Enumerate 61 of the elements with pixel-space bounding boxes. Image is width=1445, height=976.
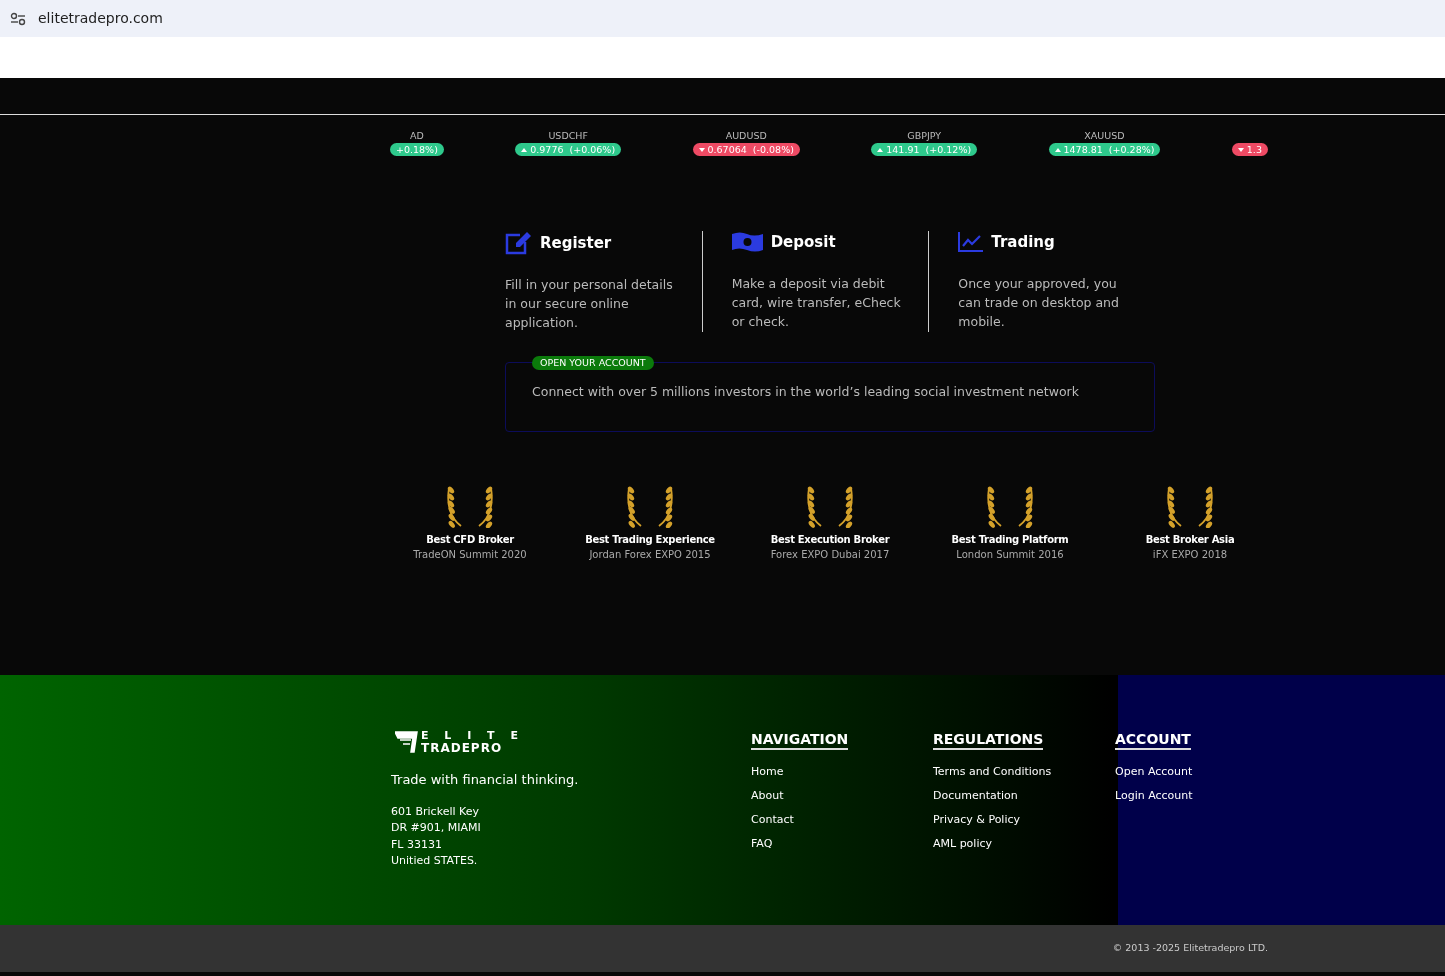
site-settings-icon[interactable] bbox=[10, 11, 26, 26]
address-line: Unitied STATES. bbox=[391, 853, 479, 869]
step-title: Trading bbox=[991, 232, 1055, 253]
award-title: Best Trading Platform bbox=[951, 533, 1069, 547]
footer-link[interactable]: FAQ bbox=[751, 837, 933, 851]
step-title: Register bbox=[540, 232, 612, 254]
caret-up-icon bbox=[521, 147, 528, 152]
award-event: London Summit 2016 bbox=[956, 548, 1064, 562]
footer-link[interactable]: Documentation bbox=[933, 789, 1115, 803]
step-title: Deposit bbox=[770, 232, 836, 253]
award-title: Best CFD Broker bbox=[426, 533, 514, 547]
step-description: Make a deposit via debit card, wire transfer, eCheck or check. bbox=[731, 274, 902, 331]
footer-heading: REGULATIONS bbox=[933, 731, 1044, 750]
ticker-symbol: AUDUSD bbox=[725, 129, 767, 141]
footer-link[interactable]: AML policy bbox=[933, 837, 1115, 851]
caret-up-icon bbox=[877, 147, 884, 152]
line-chart-icon bbox=[958, 232, 984, 253]
caret-up-icon bbox=[1054, 147, 1061, 152]
award-event: iFX EXPO 2018 bbox=[1152, 548, 1228, 562]
ticker-symbol: USDCHF bbox=[548, 129, 588, 141]
address-line: DR #901, MIAMI bbox=[391, 820, 482, 836]
footer-link[interactable]: Terms and Conditions bbox=[933, 765, 1115, 779]
quote-text: 141.91 (+0.12%) bbox=[886, 143, 972, 156]
award-event: Forex EXPO Dubai 2017 bbox=[770, 548, 890, 562]
quote-text: +0.18%) bbox=[396, 143, 438, 156]
ticker-symbol: GBPJPY bbox=[907, 129, 942, 141]
logo-text-bottom: TRADEPRO bbox=[421, 742, 504, 754]
caret-down-icon bbox=[1237, 147, 1244, 152]
quote-text: 0.67064 (-0.08%) bbox=[707, 143, 794, 156]
footer-heading: ACCOUNT bbox=[1115, 731, 1191, 750]
footer-link[interactable]: Home bbox=[751, 765, 933, 779]
tagline: Trade with financial thinking. bbox=[391, 771, 580, 789]
footer-link[interactable]: Open Account bbox=[1115, 765, 1297, 779]
address-bar-url[interactable]: elitetradepro.com bbox=[38, 8, 163, 29]
step-description: Once your approved, you can trade on desktop and mobile. bbox=[958, 274, 1120, 331]
quote-text: 1.3 bbox=[1246, 143, 1262, 156]
banknote-icon bbox=[731, 232, 763, 253]
footer-link[interactable]: About bbox=[751, 789, 933, 803]
footer-link[interactable]: Contact bbox=[751, 813, 933, 827]
edit-icon bbox=[505, 231, 532, 255]
award-event: Jordan Forex EXPO 2015 bbox=[589, 548, 711, 562]
award-title: Best Broker Asia bbox=[1145, 533, 1235, 547]
award-title: Best Trading Experience bbox=[585, 533, 715, 547]
open-account-text: Connect with over 5 millions investors in the world’s leading social investment network bbox=[532, 383, 1080, 401]
footer-link[interactable]: Login Account bbox=[1115, 789, 1297, 803]
quote-text: 0.9776 (+0.06%) bbox=[530, 143, 616, 156]
open-account-badge: OPEN YOUR ACCOUNT bbox=[532, 356, 654, 370]
address-line: FL 33131 bbox=[391, 836, 443, 853]
quote-text: 1478.81 (+0.28%) bbox=[1063, 143, 1155, 156]
footer-link[interactable]: Privacy & Policy bbox=[933, 813, 1115, 827]
caret-down-icon bbox=[698, 147, 705, 152]
step-description: Fill in your personal details in our secure online application. bbox=[505, 276, 674, 332]
wing-logo-icon bbox=[395, 730, 419, 754]
copyright-text: © 2013 -2025 Elitetradepro LTD. bbox=[1112, 941, 1268, 956]
award-title: Best Execution Broker bbox=[770, 533, 890, 547]
address-line: 601 Brickell Key bbox=[391, 803, 480, 820]
ticker-symbol: AD bbox=[410, 129, 424, 141]
ticker-symbol: XAUUSD bbox=[1084, 129, 1125, 141]
logo-text-top: E L I T E bbox=[421, 730, 524, 742]
award-event: TradeON Summit 2020 bbox=[413, 548, 527, 562]
footer-heading: NAVIGATION bbox=[751, 731, 849, 750]
